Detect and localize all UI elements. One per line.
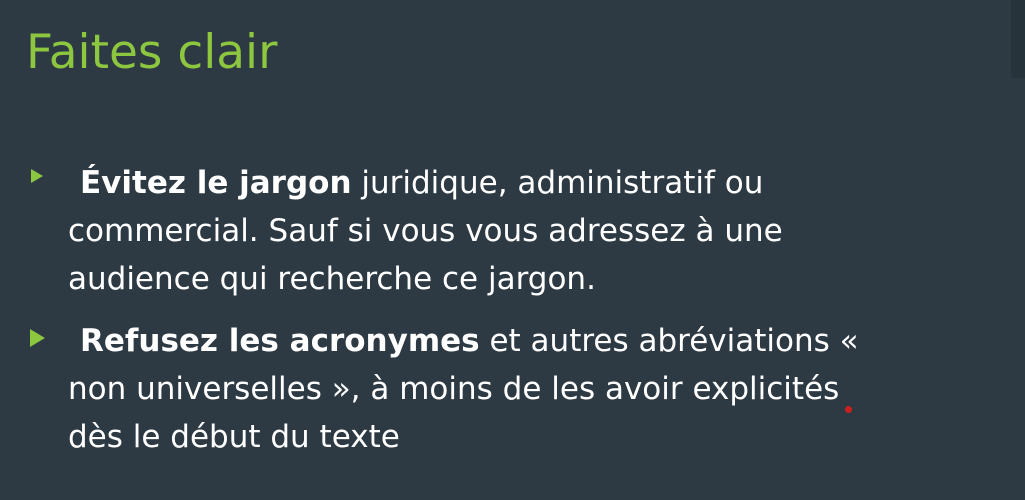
bullet-line-text: juridique, administratif ou <box>351 165 764 201</box>
bullet-line: Évitez le jargon juridique, administrati… <box>68 159 988 207</box>
bullet-text: Refusez les acronymes et autres abréviat… <box>68 317 988 461</box>
bullet-text: Évitez le jargon juridique, administrati… <box>68 159 988 303</box>
slide-edge-decoration <box>1011 0 1025 78</box>
bullet-line-text: commercial. Sauf si vous vous adressez à… <box>68 213 783 249</box>
bullet-bold-phrase: Refusez les acronymes <box>80 323 480 359</box>
bullet-line-text: et autres abréviations « <box>479 323 859 359</box>
slide-title: Faites clair <box>26 25 278 80</box>
bullet-line-text: audience qui recherche ce jargon. <box>68 261 596 297</box>
bullet-line-text: dès le début du texte <box>68 419 400 455</box>
slide: Faites clair Évitez le jargon juridique,… <box>0 0 1025 500</box>
spellcheck-marker <box>845 406 852 413</box>
triangle-bullet-icon <box>31 169 43 183</box>
bullet-bold-phrase: Évitez le jargon <box>80 165 352 201</box>
bullet-line: Refusez les acronymes et autres abréviat… <box>68 317 988 365</box>
triangle-bullet-icon <box>30 329 45 347</box>
